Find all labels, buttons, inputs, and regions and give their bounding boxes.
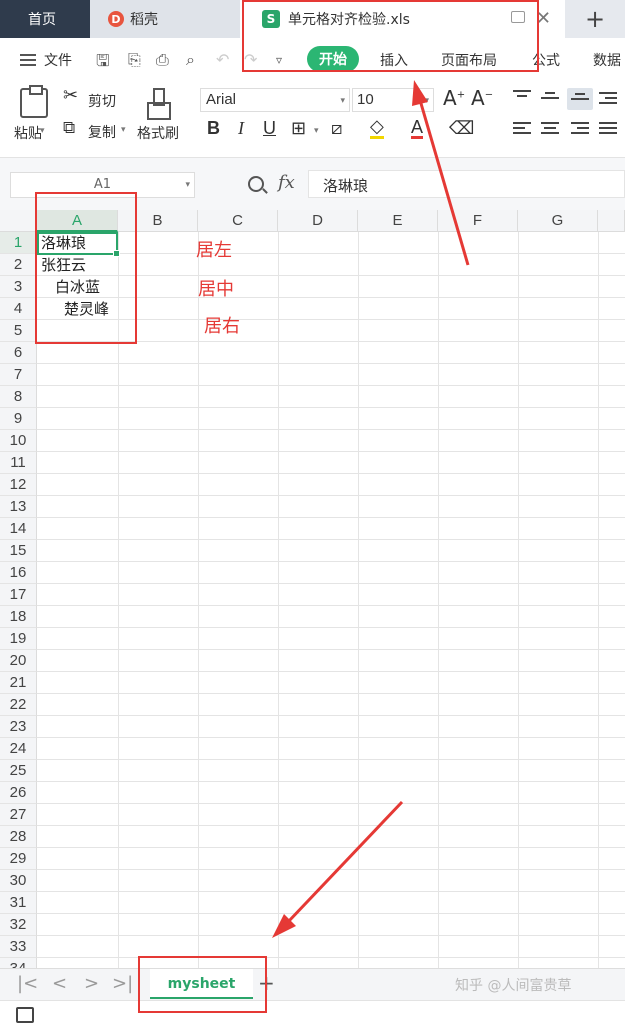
annotation-arrows [272,80,470,938]
